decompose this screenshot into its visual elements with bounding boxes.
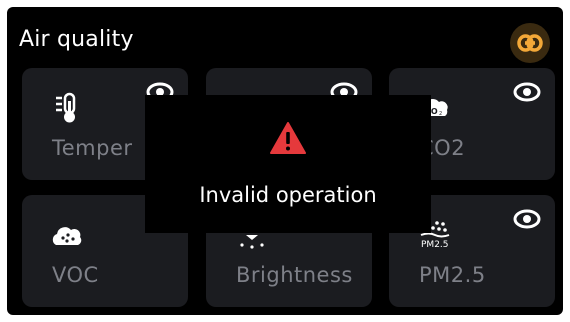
link-icon <box>517 34 543 52</box>
page-title: Air quality <box>19 27 134 52</box>
eye-icon[interactable] <box>513 82 541 102</box>
warning-icon <box>270 122 306 154</box>
sensor-label: Brightness <box>236 263 353 287</box>
error-toast: Invalid operation <box>145 95 431 233</box>
voc-cloud-icon <box>52 227 82 245</box>
svg-text:2: 2 <box>439 111 442 117</box>
sensor-label: PM2.5 <box>419 263 486 287</box>
air-quality-screen: Air quality Temper CO 2 CO2 VOC Brightne… <box>7 7 563 315</box>
eye-icon[interactable] <box>513 209 541 229</box>
sensor-label: VOC <box>52 263 99 287</box>
toast-message: Invalid operation <box>199 183 377 207</box>
thermometer-icon <box>56 92 76 123</box>
pm25-icon-text: PM2.5 <box>421 240 449 250</box>
sensor-label: Temper <box>52 136 133 160</box>
link-button[interactable] <box>510 23 550 63</box>
